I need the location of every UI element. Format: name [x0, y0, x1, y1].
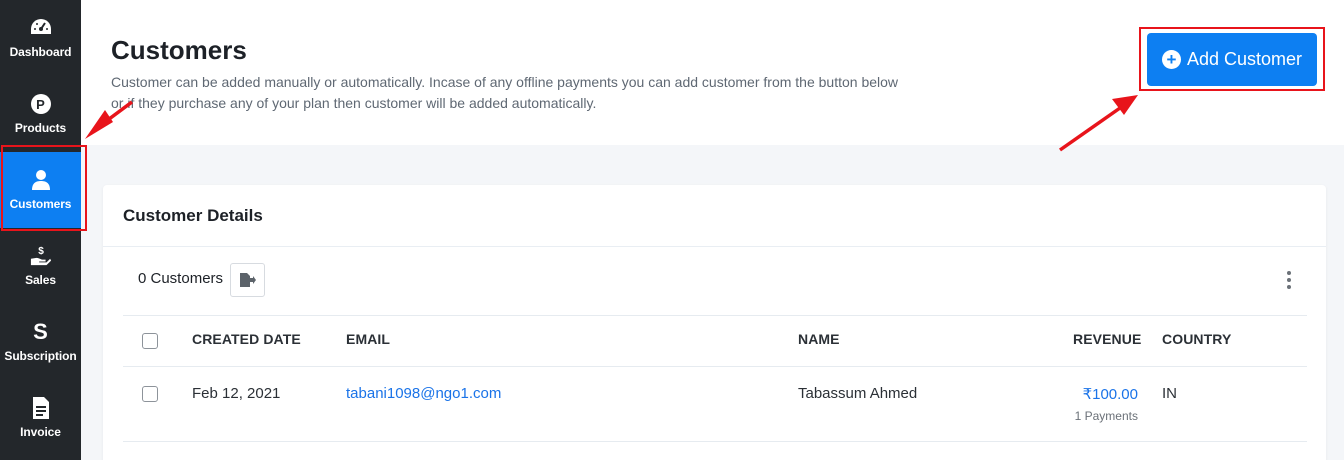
divider	[103, 246, 1326, 247]
divider	[123, 441, 1307, 442]
select-all-checkbox[interactable]	[142, 333, 158, 349]
cell-country: IN	[1162, 385, 1177, 402]
sidebar-item-invoice[interactable]: Invoice	[0, 380, 81, 456]
highlight-box	[1, 145, 87, 231]
export-button[interactable]	[230, 263, 265, 297]
column-header-created-date[interactable]: CREATED DATE	[192, 331, 301, 347]
document-icon	[30, 397, 52, 419]
card-title: Customer Details	[123, 206, 263, 225]
column-header-name[interactable]: NAME	[798, 331, 840, 347]
page-description: Customer can be added manually or automa…	[111, 74, 899, 111]
customer-count: 0 Customers	[138, 270, 224, 287]
p-circle-icon: P	[30, 93, 52, 115]
sidebar-item-dashboard[interactable]: Dashboard	[0, 0, 81, 76]
s-icon: S	[30, 321, 52, 343]
sidebar-item-sales[interactable]: $ Sales	[0, 228, 81, 304]
sidebar-item-label: Subscription	[4, 349, 77, 363]
customer-details-card: Customer Details 0 Customers CREATED DAT…	[103, 185, 1326, 460]
row-checkbox[interactable]	[142, 386, 158, 402]
cell-created-date: Feb 12, 2021	[192, 385, 281, 402]
sidebar-item-label: Invoice	[20, 425, 61, 439]
sidebar-item-label: Sales	[25, 273, 56, 287]
page-title: Customers	[111, 35, 247, 65]
gauge-icon	[30, 17, 52, 39]
sidebar-item-subscription[interactable]: S Subscription	[0, 304, 81, 380]
cell-name: Tabassum Ahmed	[798, 385, 918, 402]
sidebar-item-label: Dashboard	[9, 45, 72, 59]
hand-dollar-icon: $	[30, 245, 52, 267]
more-options-icon[interactable]	[1283, 271, 1295, 289]
products-glyph: P	[30, 94, 51, 114]
sidebar-item-label: Products	[14, 121, 67, 135]
divider	[123, 315, 1307, 316]
sidebar-item-products[interactable]: P Products	[0, 76, 81, 152]
column-header-email[interactable]: EMAIL	[346, 331, 390, 347]
cell-payments: 1 Payments	[1074, 409, 1138, 423]
svg-text:$: $	[38, 246, 44, 257]
export-icon	[239, 273, 256, 287]
divider	[123, 366, 1307, 367]
highlight-box	[1139, 27, 1325, 91]
subscription-glyph: S	[33, 319, 48, 344]
cell-revenue[interactable]: ₹100.00	[1018, 385, 1138, 403]
cell-email[interactable]: tabani1098@ngo1.com	[346, 385, 501, 402]
column-header-revenue[interactable]: REVENUE	[1073, 331, 1141, 347]
column-header-country[interactable]: COUNTRY	[1162, 331, 1231, 347]
